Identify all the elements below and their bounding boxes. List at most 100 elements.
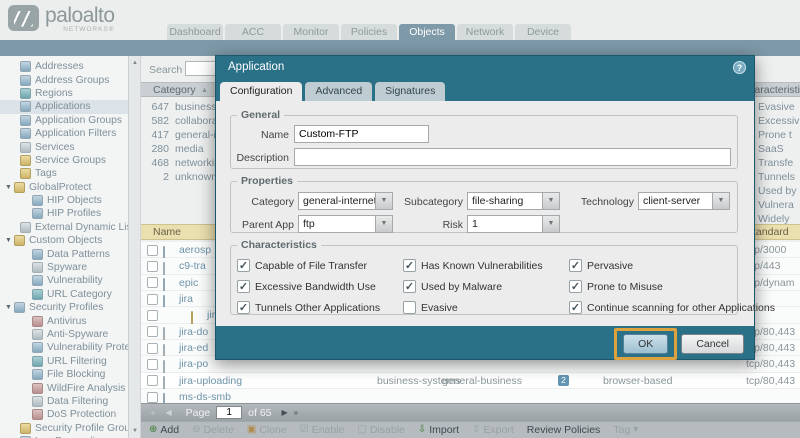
risk-dropdown[interactable]: 1▼ — [467, 215, 560, 233]
sidebar-item-file-blocking[interactable]: File Blocking — [0, 368, 128, 381]
services-icon — [20, 142, 31, 153]
sidebar-item-url-filtering[interactable]: URL Filtering — [0, 355, 128, 368]
tab-advanced[interactable]: Advanced — [305, 82, 372, 101]
row-checkbox[interactable] — [147, 375, 158, 386]
sidebar-item-address-groups[interactable]: Address Groups — [0, 73, 128, 86]
tab-monitor[interactable]: Monitor — [283, 24, 339, 40]
checkbox-evasive[interactable]: Evasive — [403, 301, 458, 314]
next-page-icon[interactable]: ▶ — [282, 408, 288, 417]
sidebar-item-dos-protection[interactable]: DoS Protection — [0, 408, 128, 421]
sidebar-item-service-groups[interactable]: Service Groups — [0, 154, 128, 167]
last-page-icon[interactable]: » — [294, 408, 298, 417]
sidebar-item-regions[interactable]: Regions — [0, 87, 128, 100]
sidebar-item-applications[interactable]: Applications — [0, 100, 128, 113]
application-name-link[interactable]: epic — [179, 275, 198, 291]
sidebar-scrollbar[interactable]: ▲ ▼ — [129, 56, 141, 438]
sidebar-item-wildfire-analysis[interactable]: WildFire Analysis — [0, 381, 128, 394]
expand-arrow-icon[interactable]: ▼ — [5, 304, 14, 311]
help-icon[interactable]: ? — [733, 61, 746, 74]
disable-button[interactable]: ▢Disable — [357, 424, 404, 436]
application-name-link[interactable]: jira-po — [179, 356, 208, 372]
row-checkbox[interactable] — [147, 326, 158, 337]
tab-signatures[interactable]: Signatures — [375, 82, 445, 101]
sidebar-item-hip-objects[interactable]: HIP Objects — [0, 194, 128, 207]
sidebar-item-data-filtering[interactable]: Data Filtering — [0, 395, 128, 408]
tab-configuration[interactable]: Configuration — [220, 82, 302, 101]
sidebar-item-vulnerability[interactable]: Vulnerability — [0, 274, 128, 287]
tab-network[interactable]: Network — [457, 24, 513, 40]
application-name-link[interactable]: jira-do — [179, 324, 208, 340]
category-dropdown[interactable]: general-internet▼ — [298, 192, 393, 210]
cancel-button[interactable]: Cancel — [681, 334, 744, 354]
row-checkbox[interactable] — [147, 245, 158, 256]
checkbox-used-by-malware[interactable]: ✓Used by Malware — [403, 280, 502, 293]
tab-dashboard[interactable]: Dashboard — [167, 24, 223, 40]
sidebar-item-data-patterns[interactable]: Data Patterns — [0, 247, 128, 260]
expand-arrow-icon[interactable]: ▼ — [5, 237, 14, 244]
page-number-input[interactable] — [216, 406, 242, 419]
sidebar-item-hip-profiles[interactable]: HIP Profiles — [0, 207, 128, 220]
tab-acc[interactable]: ACC — [225, 24, 281, 40]
tab-policies[interactable]: Policies — [341, 24, 397, 40]
checkbox-pervasive[interactable]: ✓Pervasive — [569, 259, 633, 272]
tab-objects[interactable]: Objects — [399, 24, 455, 40]
checkbox-prone-to-misuse[interactable]: ✓Prone to Misuse — [569, 280, 663, 293]
row-checkbox[interactable] — [147, 310, 158, 321]
sidebar-item-addresses[interactable]: Addresses — [0, 60, 128, 73]
sidebar-item-security-profiles[interactable]: ▼Security Profiles — [0, 301, 128, 314]
add-button[interactable]: ⊕Add — [149, 424, 179, 436]
application-name-link[interactable]: jira-uploading — [179, 373, 242, 389]
expand-arrow-icon[interactable]: ▼ — [5, 184, 14, 191]
sidebar-item-services[interactable]: Services — [0, 140, 128, 153]
name-field[interactable] — [294, 125, 429, 143]
scroll-up-icon[interactable]: ▲ — [129, 60, 141, 66]
sidebar-item-custom-objects[interactable]: ▼Custom Objects — [0, 234, 128, 247]
export-button[interactable]: ⇧Export — [472, 424, 514, 436]
name-column-header[interactable]: Name — [153, 225, 181, 240]
enable-button[interactable]: ☑Enable — [300, 424, 345, 436]
import-button[interactable]: ⇩Import — [418, 424, 459, 436]
row-checkbox[interactable] — [147, 294, 158, 305]
sidebar-item-vulnerability-protection[interactable]: Vulnerability Protection — [0, 341, 128, 354]
sidebar-item-application-groups[interactable]: Application Groups — [0, 114, 128, 127]
tag-button[interactable]: Tag▾ — [613, 424, 638, 436]
sidebar-item-globalprotect[interactable]: ▼GlobalProtect — [0, 181, 128, 194]
tab-device[interactable]: Device — [515, 24, 571, 40]
application-name-link[interactable]: jira-ed — [179, 340, 208, 356]
sidebar-item-tags[interactable]: Tags — [0, 167, 128, 180]
ok-button[interactable]: OK — [623, 334, 668, 354]
sidebar-item-application-filters[interactable]: Application Filters — [0, 127, 128, 140]
checkbox-tunnels-other-applications[interactable]: ✓Tunnels Other Applications — [237, 301, 380, 314]
row-checkbox[interactable] — [147, 359, 158, 370]
checkbox-excessive-bandwidth-use[interactable]: ✓Excessive Bandwidth Use — [237, 280, 376, 293]
subcategory-dropdown[interactable]: file-sharing▼ — [467, 192, 560, 210]
checkbox-continue-scanning[interactable]: ✓Continue scanning for other Application… — [569, 301, 775, 314]
table-row[interactable]: jira-uploading business-systems general-… — [141, 373, 800, 389]
description-field[interactable] — [294, 148, 731, 166]
row-checkbox[interactable] — [147, 261, 158, 272]
application-name-link[interactable]: aerosp — [179, 242, 211, 258]
row-checkbox[interactable] — [147, 277, 158, 288]
first-page-icon[interactable]: « — [151, 408, 155, 417]
parent-app-dropdown[interactable]: ftp▼ — [298, 215, 393, 233]
checkbox-capable-of-file-transfer[interactable]: ✓Capable of File Transfer — [237, 259, 367, 272]
prev-page-icon[interactable]: ◀ — [165, 408, 171, 417]
checkbox-has-known-vulnerabilities[interactable]: ✓Has Known Vulnerabilities — [403, 259, 543, 272]
row-checkbox[interactable] — [147, 392, 158, 403]
delete-button[interactable]: ⊖Delete — [192, 424, 234, 436]
row-checkbox[interactable] — [147, 343, 158, 354]
scroll-down-icon[interactable]: ▼ — [129, 428, 141, 434]
review-policies-button[interactable]: Review Policies — [527, 424, 601, 436]
sidebar-item-anti-spyware[interactable]: Anti-Spyware — [0, 328, 128, 341]
technology-dropdown[interactable]: client-server▼ — [638, 192, 730, 210]
sidebar-item-external-dynamic-lists[interactable]: External Dynamic Lists — [0, 221, 128, 234]
application-name-link[interactable]: c9-tra — [179, 258, 206, 274]
sidebar-item-url-category[interactable]: URL Category — [0, 288, 128, 301]
category-column-header[interactable]: Category — [153, 83, 196, 97]
sidebar-item-security-profile-groups[interactable]: Security Profile Groups — [0, 422, 128, 435]
dialog-body: General Name Description Properties Cate… — [216, 101, 754, 326]
sidebar-item-antivirus[interactable]: Antivirus — [0, 314, 128, 327]
sidebar-item-spyware[interactable]: Spyware — [0, 261, 128, 274]
clone-button[interactable]: ▣Clone — [247, 424, 287, 436]
application-name-link[interactable]: jira — [179, 291, 193, 307]
